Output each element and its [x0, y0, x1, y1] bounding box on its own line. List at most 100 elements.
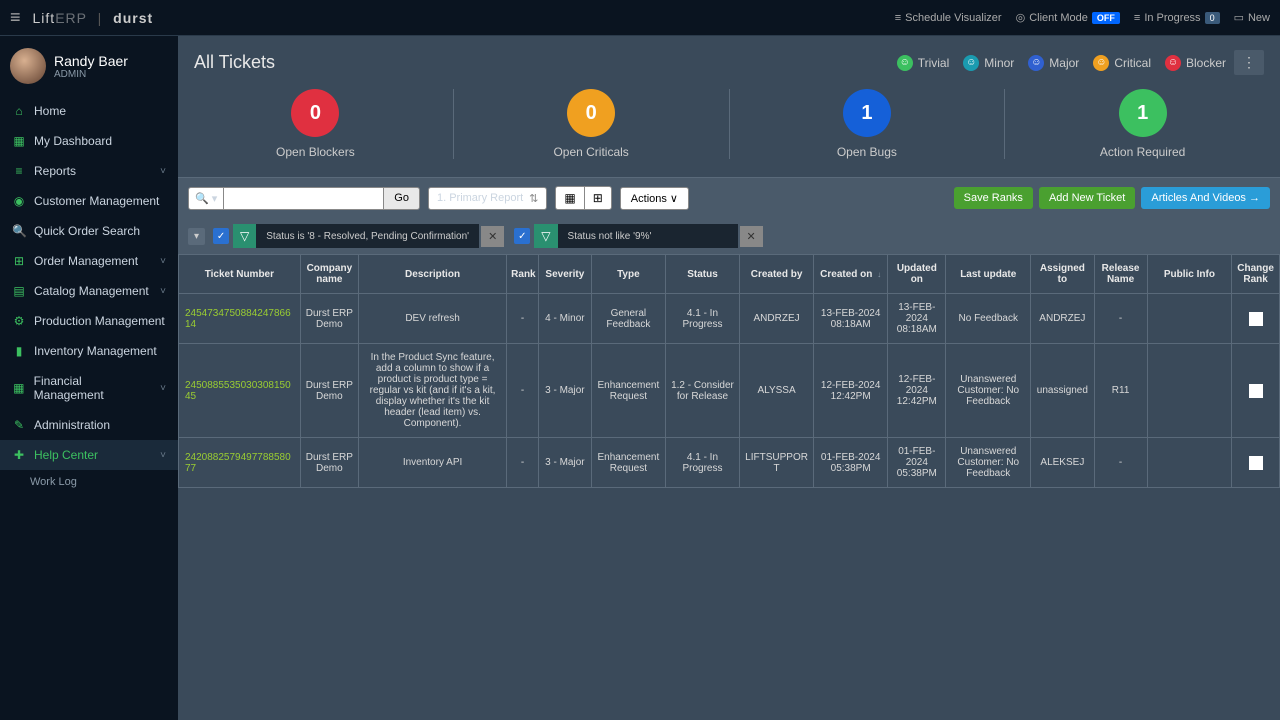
col-header[interactable]: Updated on [888, 255, 946, 294]
nav-icon: ▦ [12, 381, 26, 395]
stat-action-required[interactable]: 1 Action Required [1005, 89, 1280, 159]
user-block[interactable]: Randy Baer ADMIN [0, 36, 178, 96]
filter-chip-0: ✓▽Status is '8 - Resolved, Pending Confi… [213, 224, 504, 248]
cell-publicinfo [1147, 294, 1232, 344]
add-ticket-button[interactable]: Add New Ticket [1039, 187, 1135, 209]
ticket-link[interactable]: 245473475088424786614 [179, 294, 301, 344]
grid-view-button[interactable]: ▦ [555, 186, 583, 210]
col-header[interactable]: Company name [300, 255, 358, 294]
nav-item-order-management[interactable]: ⊞Order Management˅ [0, 246, 178, 276]
nav-item-administration[interactable]: ✎Administration [0, 410, 178, 440]
nav-item-help-center[interactable]: ✚Help Center˅ [0, 440, 178, 470]
search-input[interactable] [224, 187, 384, 210]
articles-videos-button[interactable]: Articles And Videos → [1141, 187, 1270, 209]
stat-open-bugs[interactable]: 1Open Bugs [730, 89, 1006, 159]
col-header[interactable]: Change Rank [1232, 255, 1280, 294]
stat-label: Open Bugs [730, 145, 1005, 159]
dot-icon: ☺ [1028, 55, 1044, 71]
go-button[interactable]: Go [384, 187, 420, 210]
nav-icon: ▤ [12, 284, 26, 298]
cell-assigned: unassigned [1031, 344, 1095, 438]
nav-item-customer-management[interactable]: ◉Customer Management [0, 186, 178, 216]
legend-minor: ☺Minor [963, 55, 1014, 71]
nav-item-reports[interactable]: ≡Reports˅ [0, 156, 178, 186]
cell-publicinfo [1147, 438, 1232, 488]
col-header[interactable]: Ticket Number [179, 255, 301, 294]
card-view-button[interactable]: ⊞ [584, 186, 612, 210]
table-row: 245473475088424786614Durst ERP DemoDEV r… [179, 294, 1280, 344]
col-header[interactable]: Rank [507, 255, 539, 294]
nav-item-production-management[interactable]: ⚙Production Management [0, 306, 178, 336]
cell-assigned: ALEKSEJ [1031, 438, 1095, 488]
nav-item-quick-order-search[interactable]: 🔍Quick Order Search [0, 216, 178, 246]
col-header[interactable]: Assigned to [1031, 255, 1095, 294]
in-progress-link[interactable]: ≡ In Progress 0 [1134, 12, 1220, 24]
nav-icon: ⚙ [12, 314, 26, 328]
filter-text[interactable]: Status not like '9%' [558, 226, 738, 247]
cell-description: Inventory API [358, 438, 506, 488]
filter-icon[interactable]: ▽ [233, 224, 256, 248]
cell-createdon: 12-FEB-2024 12:42PM [814, 344, 888, 438]
cell-createdon: 01-FEB-2024 05:38PM [814, 438, 888, 488]
filter-text[interactable]: Status is '8 - Resolved, Pending Confirm… [256, 226, 479, 247]
col-header[interactable]: Severity [538, 255, 591, 294]
schedule-visualizer-link[interactable]: ≡ Schedule Visualizer [895, 12, 1002, 24]
filter-icon[interactable]: ▽ [534, 224, 557, 248]
col-header[interactable]: Description [358, 255, 506, 294]
filter-close-button[interactable]: ✕ [740, 226, 763, 247]
stat-label: Action Required [1005, 145, 1280, 159]
cell-createdby: ALYSSA [740, 344, 814, 438]
more-button[interactable]: ⋮ [1234, 50, 1264, 75]
toolbar: 🔍 ▾ Go 1. Primary Report ⇅ ▦ ⊞ Actions ∨… [178, 177, 1280, 218]
nav-item-catalog-management[interactable]: ▤Catalog Management˅ [0, 276, 178, 306]
nav-item-home[interactable]: ⌂Home [0, 96, 178, 126]
menu-icon[interactable]: ≡ [10, 7, 21, 28]
stat-open-blockers[interactable]: 0Open Blockers [178, 89, 454, 159]
ticket-link[interactable]: 245088553503030815045 [179, 344, 301, 438]
brand: LiftERP | durst [33, 10, 154, 26]
rank-checkbox[interactable] [1249, 456, 1263, 470]
nav-sub-work-log[interactable]: Work Log [0, 470, 178, 494]
search-icon[interactable]: 🔍 ▾ [188, 187, 224, 210]
client-mode-toggle[interactable]: ◎ Client Mode OFF [1016, 11, 1120, 24]
dot-icon: ☺ [897, 55, 913, 71]
rank-checkbox[interactable] [1249, 384, 1263, 398]
rank-checkbox[interactable] [1249, 312, 1263, 326]
nav-icon: 🔍 [12, 224, 26, 238]
cell-release: R11 [1094, 344, 1147, 438]
report-select[interactable]: 1. Primary Report ⇅ [428, 187, 547, 210]
filter-checkbox[interactable]: ✓ [514, 228, 530, 244]
col-header[interactable]: Status [665, 255, 739, 294]
target-icon: ◎ [1016, 11, 1026, 24]
cell-updatedon: 12-FEB-2024 12:42PM [888, 344, 946, 438]
col-header[interactable]: Last update [946, 255, 1031, 294]
topbar: ≡ LiftERP | durst ≡ Schedule Visualizer … [0, 0, 1280, 36]
filter-close-button[interactable]: ✕ [481, 226, 504, 247]
col-header[interactable]: Public Info [1147, 255, 1232, 294]
search-group: 🔍 ▾ Go [188, 187, 420, 210]
actions-button[interactable]: Actions ∨ [620, 187, 689, 210]
filter-collapse-button[interactable]: ▾ [188, 228, 205, 245]
cell-status: 1.2 - Consider for Release [665, 344, 739, 438]
cell-changerank [1232, 438, 1280, 488]
col-header[interactable]: Release Name [1094, 255, 1147, 294]
ticket-link[interactable]: 242088257949778858077 [179, 438, 301, 488]
nav-item-inventory-management[interactable]: ▮Inventory Management [0, 336, 178, 366]
cell-rank: - [507, 344, 539, 438]
save-ranks-button[interactable]: Save Ranks [954, 187, 1033, 209]
cell-assigned: ANDRZEJ [1031, 294, 1095, 344]
cell-description: In the Product Sync feature, add a colum… [358, 344, 506, 438]
filter-checkbox[interactable]: ✓ [213, 228, 229, 244]
stat-value: 1 [1119, 89, 1167, 137]
new-link[interactable]: ▭ New [1234, 11, 1270, 24]
col-header[interactable]: Created by [740, 255, 814, 294]
table-row: 245088553503030815045Durst ERP DemoIn th… [179, 344, 1280, 438]
nav-item-my-dashboard[interactable]: ▦My Dashboard [0, 126, 178, 156]
table-container[interactable]: Ticket NumberCompany nameDescriptionRank… [178, 254, 1280, 720]
stat-label: Open Criticals [454, 145, 729, 159]
col-header[interactable]: Type [591, 255, 665, 294]
col-header[interactable]: Created on ↓ [814, 255, 888, 294]
stat-open-criticals[interactable]: 0Open Criticals [454, 89, 730, 159]
filter-row: ▾ ✓▽Status is '8 - Resolved, Pending Con… [178, 218, 1280, 254]
nav-item-financial-management[interactable]: ▦Financial Management˅ [0, 366, 178, 410]
